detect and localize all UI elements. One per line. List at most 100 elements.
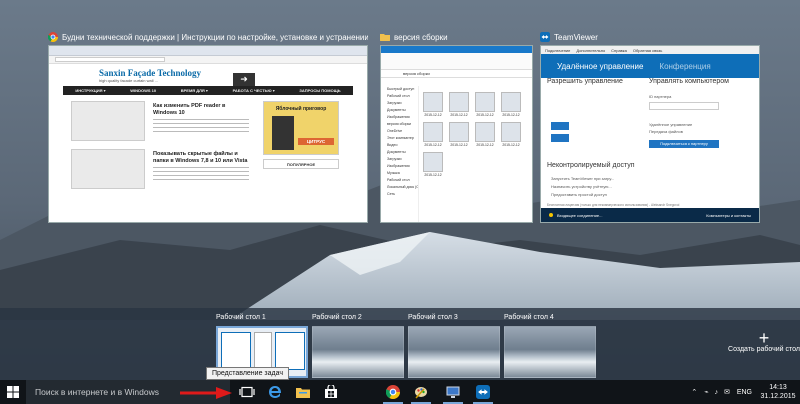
chevron-up-icon[interactable]: ⌃ bbox=[687, 388, 701, 396]
mini-window bbox=[275, 332, 305, 370]
nav-item: Загрузки bbox=[387, 101, 402, 105]
site-nav-item: ЗАПРОСЫ ПОМОЩЬ bbox=[299, 88, 341, 93]
paint-icon bbox=[415, 387, 427, 399]
nav-item: Документы bbox=[387, 108, 406, 112]
site-nav: ИНСТРУКЦИЯ ▾ WINDOWS 10 ВРЕМЯ ДЛЯ ▾ РАБО… bbox=[63, 86, 353, 95]
partner-id-input bbox=[649, 102, 719, 110]
paint-button[interactable] bbox=[408, 380, 434, 404]
article-excerpt bbox=[153, 167, 249, 181]
file-thumbnail bbox=[423, 152, 443, 172]
desktop-label: Рабочий стол 4 bbox=[504, 314, 554, 321]
ribbon bbox=[381, 46, 532, 70]
menu-item: Подключение bbox=[545, 47, 571, 53]
nav-item: Изображения bbox=[387, 164, 410, 168]
advertisement: Яблочный приговор ЦИТРУС bbox=[263, 101, 339, 155]
desktop-4[interactable]: Рабочий стол 4 bbox=[504, 314, 596, 378]
folder-icon bbox=[380, 34, 390, 41]
site-header: Sanxin Façade Technology high quality fa… bbox=[49, 64, 367, 86]
article-thumbnail bbox=[71, 149, 145, 189]
site-nav-item: ИНСТРУКЦИЯ ▾ bbox=[75, 88, 106, 93]
task-view-button[interactable] bbox=[234, 380, 260, 404]
menu-bar: Подключение Дополнительно Справка Обратн… bbox=[541, 46, 759, 54]
popular-heading: ПОПУЛЯРНОЕ bbox=[263, 159, 339, 169]
window-preview: Подключение Дополнительно Справка Обратн… bbox=[540, 45, 760, 223]
window-title-bar: Будни технической поддержки | Инструкции… bbox=[48, 30, 368, 44]
menu-item: Дополнительно bbox=[576, 47, 606, 53]
new-desktop-button[interactable]: + Создать рабочий стол bbox=[728, 328, 800, 353]
file-label: 2015-12-12 bbox=[424, 113, 442, 117]
desktop-1[interactable]: Рабочий стол 1 bbox=[216, 314, 308, 378]
notification-icon[interactable]: ✉ bbox=[721, 388, 733, 396]
ad-brand: ЦИТРУС bbox=[298, 138, 334, 145]
remote-desktop-button[interactable] bbox=[440, 380, 466, 404]
teamviewer-button[interactable] bbox=[470, 380, 496, 404]
language-indicator[interactable]: ENG bbox=[733, 389, 756, 396]
file-label: 2015-12-12 bbox=[424, 173, 442, 177]
menu-item: Обратная связь bbox=[632, 47, 663, 53]
browser-tab-bar bbox=[49, 46, 367, 56]
new-desktop-label: Создать рабочий стол bbox=[728, 346, 800, 353]
task-view-icon bbox=[239, 386, 255, 398]
unattended-line: Назначить устройству учётную... bbox=[551, 184, 612, 189]
network-icon[interactable]: ⌁ bbox=[701, 388, 711, 396]
file-label: 2015-12-12 bbox=[476, 113, 494, 117]
start-button[interactable] bbox=[0, 380, 26, 404]
mini-window bbox=[254, 332, 272, 370]
file-label: 2015-12-12 bbox=[502, 143, 520, 147]
system-tray: ⌃ ⌁ ♪ ✉ ENG 14:13 31.12.2015 bbox=[687, 380, 800, 404]
article-thumbnail bbox=[71, 101, 145, 141]
clock-date: 31.12.2015 bbox=[760, 393, 796, 400]
chrome-icon bbox=[386, 385, 400, 399]
navigation-pane: Быстрый доступ Рабочий стол Загрузки Док… bbox=[381, 86, 419, 222]
file-label: 2015-12-12 bbox=[450, 113, 468, 117]
site-nav-item: РАБОТА С ЧЕСТЬЮ ▾ bbox=[232, 88, 275, 93]
window-title: Будни технической поддержки | Инструкции… bbox=[62, 32, 368, 42]
nav-item: Быстрый доступ bbox=[387, 87, 415, 91]
desktop-thumbnail[interactable] bbox=[504, 326, 596, 378]
teamviewer-icon bbox=[540, 32, 550, 42]
article-title: Показывать скрытые файлы и папки в Windo… bbox=[153, 151, 248, 164]
desktop-3[interactable]: Рабочий стол 3 bbox=[408, 314, 500, 378]
site-nav-item: WINDOWS 10 bbox=[130, 88, 157, 93]
edge-icon bbox=[269, 386, 281, 398]
file-explorer-button[interactable] bbox=[290, 380, 316, 404]
desktop-thumbnail[interactable] bbox=[312, 326, 404, 378]
chrome-icon bbox=[48, 32, 58, 42]
window-preview: версия сборки Быстрый доступ Рабочий сто… bbox=[380, 45, 533, 223]
mini-window bbox=[221, 332, 251, 370]
teamviewer-icon bbox=[476, 385, 490, 399]
store-button[interactable] bbox=[318, 380, 344, 404]
status-text: Входящее соединение... bbox=[557, 212, 603, 218]
unattended-title: Неконтролируемый доступ bbox=[547, 162, 635, 169]
volume-icon[interactable]: ♪ bbox=[711, 389, 721, 396]
file-thumbnail bbox=[449, 122, 469, 142]
taskbar: Поиск в интернете и в Windows ⌃ ⌁ ♪ ✉ EN… bbox=[0, 380, 800, 404]
edge-button[interactable] bbox=[262, 380, 288, 404]
window-title-bar: версия сборки bbox=[380, 30, 533, 44]
phone-image bbox=[272, 116, 294, 150]
unattended-line: Предоставить простой доступ bbox=[551, 192, 607, 197]
clock-time: 14:13 bbox=[769, 384, 787, 391]
file-thumbnail bbox=[501, 122, 521, 142]
radio-remote-control: Удалённое управление bbox=[649, 122, 693, 127]
article-excerpt bbox=[153, 119, 249, 133]
plus-icon: + bbox=[758, 328, 770, 348]
desktop-thumbnail[interactable] bbox=[408, 326, 500, 378]
chrome-button[interactable] bbox=[380, 380, 406, 404]
file-thumbnail bbox=[423, 122, 443, 142]
id-badge bbox=[551, 122, 569, 130]
remote-icon bbox=[446, 386, 460, 398]
nav-item: Загрузки bbox=[387, 157, 402, 161]
site-nav-item: ВРЕМЯ ДЛЯ ▾ bbox=[180, 88, 208, 93]
partner-id-label: ID партнера bbox=[649, 94, 672, 99]
nav-item: версия сборки bbox=[387, 122, 412, 126]
license-text: Бесплатная лицензия (только для некоммер… bbox=[547, 203, 680, 207]
window-title-bar: TeamViewer bbox=[540, 30, 760, 44]
virtual-desktops-strip: Рабочий стол 1 Рабочий стол 2 Рабочий ст… bbox=[0, 308, 800, 380]
file-label: 2015-12-12 bbox=[476, 143, 494, 147]
desktop-label: Рабочий стол 2 bbox=[312, 314, 362, 321]
nav-item: Видео bbox=[387, 143, 398, 147]
desktop-2[interactable]: Рабочий стол 2 bbox=[312, 314, 404, 378]
article-title: Как изменить PDF reader в Windows 10 bbox=[153, 103, 226, 116]
clock[interactable]: 14:13 31.12.2015 bbox=[756, 383, 800, 401]
